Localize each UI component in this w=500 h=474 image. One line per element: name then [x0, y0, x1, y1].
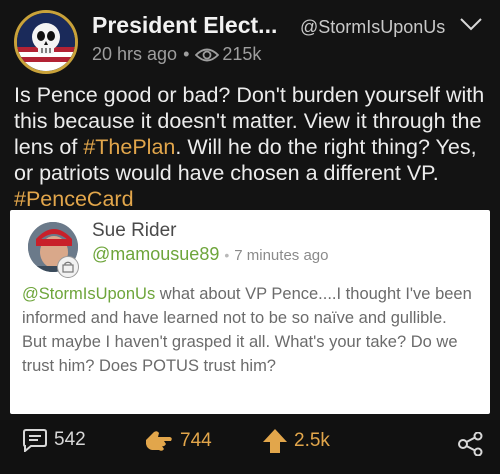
post-meta: 20 hrs ago • 215k	[92, 44, 261, 65]
eye-icon	[195, 48, 220, 61]
share-icon	[458, 432, 483, 456]
likes-button[interactable]: 744	[144, 428, 212, 454]
skull-flag-logo-icon	[17, 13, 75, 71]
comment-icon	[23, 429, 47, 452]
hashtag-theplan[interactable]: #ThePlan	[83, 135, 175, 159]
post-time: 20 hrs ago	[92, 44, 178, 64]
quoted-author-handle[interactable]: @mamousue89	[92, 244, 219, 265]
quoted-text: @StormIsUponUs what about VP Pence....I …	[22, 282, 482, 378]
author-name[interactable]: President Elect...	[92, 12, 277, 39]
meta-separator: •	[183, 44, 190, 64]
quoted-comment-card[interactable]: Sue Rider @mamousue89 • 7 minutes ago @S…	[10, 210, 490, 414]
likes-count: 744	[180, 430, 212, 451]
author-avatar[interactable]	[14, 10, 78, 74]
comments-button[interactable]: 542	[22, 428, 86, 452]
quoted-mention[interactable]: @StormIsUponUs	[22, 285, 155, 303]
comments-count: 542	[54, 429, 86, 450]
action-bar: 542 744 2.5k	[0, 420, 500, 474]
share-button[interactable]	[458, 432, 490, 456]
quoted-text-line2: But maybe I haven't grasped it all. What…	[22, 333, 458, 375]
user-badge-icon	[57, 256, 79, 278]
pointing-hand-icon	[146, 431, 172, 451]
quoted-meta-separator: •	[224, 247, 230, 263]
upvote-count: 2.5k	[294, 430, 330, 451]
upvote-button[interactable]: 2.5k	[262, 428, 330, 454]
quoted-author-name[interactable]: Sue Rider	[92, 220, 177, 242]
up-arrow-icon	[263, 429, 287, 453]
quoted-meta: @mamousue89 • 7 minutes ago	[92, 244, 328, 265]
hashtag-pencecard[interactable]: #PenceCard	[14, 187, 134, 211]
author-handle[interactable]: @StormIsUponUs	[300, 17, 445, 38]
post-body: Is Pence good or bad? Don't burden yours…	[14, 82, 490, 212]
quoted-time: 7 minutes ago	[234, 247, 329, 264]
chevron-down-icon[interactable]	[458, 14, 484, 34]
view-count: 215k	[222, 44, 262, 64]
post-header: President Elect... @StormIsUponUs 20 hrs…	[0, 0, 500, 78]
